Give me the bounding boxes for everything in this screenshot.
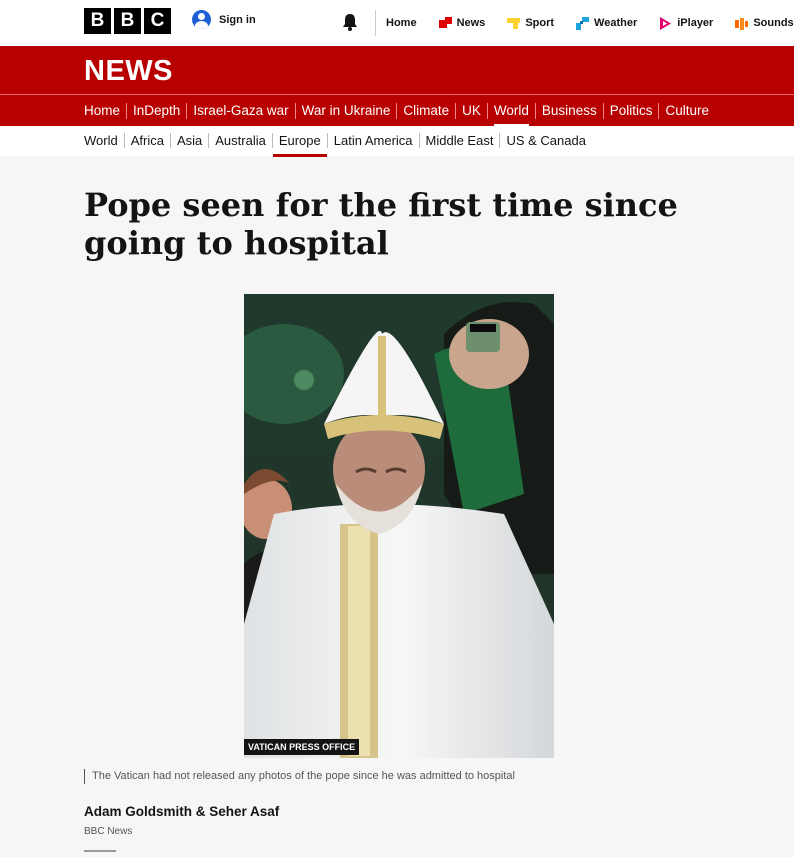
logo-letter-c: C: [144, 8, 171, 34]
main-nav-politics[interactable]: Politics: [602, 102, 659, 119]
section-title[interactable]: NEWS: [84, 55, 173, 88]
top-nav-weather[interactable]: Weather: [576, 16, 638, 30]
logo-letter-b2: B: [114, 8, 141, 34]
top-nav-weather-label: Weather: [594, 17, 638, 29]
iplayer-icon: [660, 16, 672, 30]
image-credit: VATICAN PRESS OFFICE: [244, 739, 360, 755]
top-nav-iplayer[interactable]: iPlayer: [659, 16, 714, 30]
news-icon: [438, 16, 452, 28]
main-nav-business[interactable]: Business: [534, 102, 603, 119]
top-nav-news[interactable]: News: [438, 16, 486, 30]
logo-letter-b1: B: [84, 8, 111, 34]
article-image: [244, 294, 554, 758]
top-bar: B B C Sign in Home News Sport Weather iP…: [0, 0, 794, 46]
bbc-logo[interactable]: B B C: [84, 8, 171, 34]
news-banner: NEWS: [0, 46, 794, 94]
sign-in-label: Sign in: [219, 13, 256, 26]
user-icon: [192, 10, 211, 29]
image-caption: The Vatican had not released any photos …: [84, 769, 515, 784]
main-nav-world[interactable]: World: [486, 102, 535, 127]
divider: [84, 850, 116, 852]
byline-authors[interactable]: Adam Goldsmith & Seher Asaf: [84, 804, 279, 819]
byline-organization: BBC News: [84, 826, 133, 837]
sub-nav: World Africa Asia Australia Europe Latin Amer…: [0, 126, 794, 157]
main-nav-climate[interactable]: Climate: [396, 102, 455, 119]
sub-nav-us-canada[interactable]: US & Canada: [499, 133, 592, 148]
main-nav-uk[interactable]: UK: [455, 102, 487, 119]
top-nav-home[interactable]: Home: [386, 17, 417, 29]
top-nav-iplayer-label: iPlayer: [677, 17, 714, 29]
main-nav-israel-gaza-war[interactable]: Israel-Gaza war: [186, 102, 294, 119]
top-nav-sport-label: Sport: [525, 17, 555, 29]
sport-icon: [507, 17, 521, 29]
sub-nav-world[interactable]: World: [84, 133, 124, 148]
top-nav-sounds[interactable]: Sounds: [735, 17, 794, 30]
pope-photo: [244, 294, 554, 758]
sub-nav-africa[interactable]: Africa: [123, 133, 170, 148]
sub-nav-middle-east[interactable]: Middle East: [418, 133, 500, 148]
top-nav-sport[interactable]: Sport: [507, 17, 554, 30]
top-nav-sounds-label: Sounds: [753, 17, 794, 29]
sub-nav-europe[interactable]: Europe: [271, 133, 327, 157]
article-headline: Pope seen for the first time since going…: [84, 186, 678, 262]
main-nav: Home InDepth Israel-Gaza war War in Ukraine…: [0, 94, 794, 127]
top-nav-news-label: News: [456, 17, 486, 29]
main-nav-home[interactable]: Home: [84, 103, 126, 119]
main-nav-indepth[interactable]: InDepth: [126, 102, 186, 119]
sounds-icon: [735, 17, 749, 30]
sub-nav-latin-america[interactable]: Latin America: [326, 133, 419, 148]
main-nav-war-in-ukraine[interactable]: War in Ukraine: [294, 102, 397, 119]
top-nav-home-label: Home: [386, 17, 417, 29]
header-divider: [375, 10, 376, 36]
sub-nav-asia[interactable]: Asia: [169, 133, 208, 148]
weather-icon: [576, 16, 590, 30]
main-nav-culture[interactable]: Culture: [658, 102, 715, 119]
bell-icon[interactable]: [340, 12, 360, 32]
top-nav: Home News Sport Weather iPlayer Sounds: [386, 0, 794, 46]
sign-in-link[interactable]: Sign in: [192, 10, 256, 29]
sub-nav-australia[interactable]: Australia: [208, 133, 272, 148]
